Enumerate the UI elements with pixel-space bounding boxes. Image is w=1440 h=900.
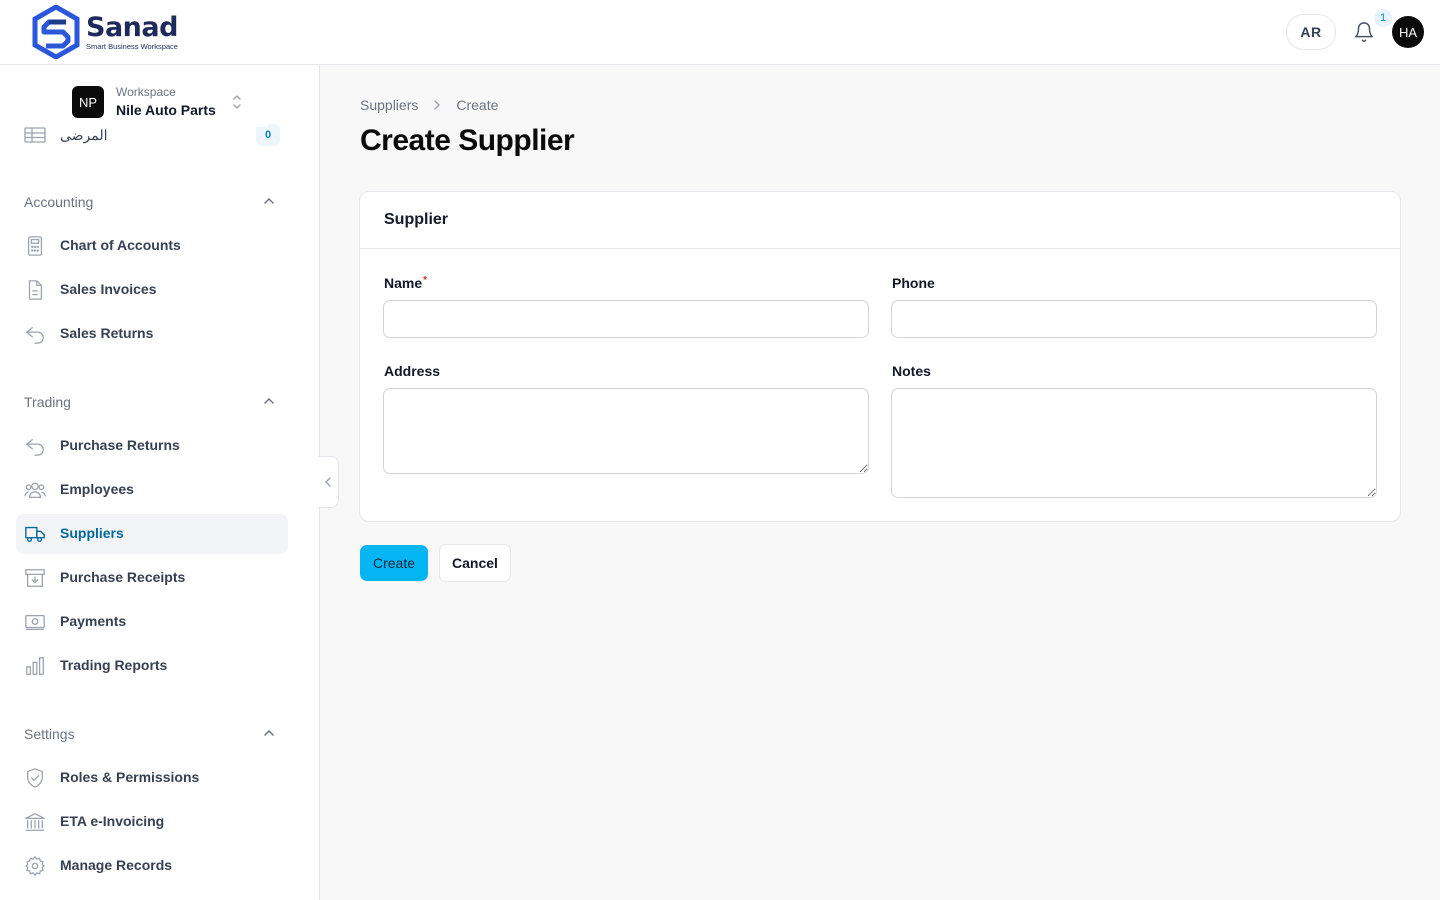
sidebar-item-employees[interactable]: Employees xyxy=(16,470,288,510)
archive-icon xyxy=(25,569,45,587)
breadcrumb-item-suppliers[interactable]: Suppliers xyxy=(360,97,418,113)
card-title: Supplier xyxy=(384,211,449,228)
sidebar-item-label: Suppliers xyxy=(60,525,124,541)
page-title: Create Supplier xyxy=(360,124,575,157)
gear-icon xyxy=(25,856,45,876)
notes-textarea[interactable] xyxy=(891,388,1377,498)
users-icon xyxy=(24,482,46,498)
sidebar-item-label: Employees xyxy=(60,481,134,497)
section-header-accounting[interactable]: Accounting xyxy=(24,190,280,214)
sidebar-collapse-button[interactable] xyxy=(318,456,339,508)
bar-chart-icon xyxy=(26,657,44,675)
chevron-left-icon xyxy=(325,477,331,487)
sidebar-item-roles-permissions[interactable]: Roles & Permissions xyxy=(16,758,288,798)
sidebar-item-label: Sales Returns xyxy=(60,325,154,341)
shield-check-icon xyxy=(27,768,43,788)
bank-icon xyxy=(25,813,45,831)
sidebar-item-purchase-returns[interactable]: Purchase Returns xyxy=(16,426,288,466)
section-header-settings[interactable]: Settings xyxy=(24,722,280,746)
section-title: Settings xyxy=(24,726,75,742)
user-avatar[interactable]: HA xyxy=(1392,16,1424,48)
name-label: Name* xyxy=(384,275,427,291)
address-textarea[interactable] xyxy=(383,388,869,474)
truck-icon xyxy=(25,526,45,543)
return-arrow-icon xyxy=(26,326,44,344)
cancel-button[interactable]: Cancel xyxy=(439,544,511,582)
sidebar-item-suppliers[interactable]: Suppliers xyxy=(16,514,288,554)
sidebar-item-payments[interactable]: Payments xyxy=(16,602,288,642)
workspace-kicker: Workspace xyxy=(116,84,176,99)
brand-tagline: Smart Business Workspace xyxy=(86,42,178,51)
sidebar-item-chart-of-accounts[interactable]: Chart of Accounts xyxy=(16,226,288,266)
sidebar-item-purchase-receipts[interactable]: Purchase Receipts xyxy=(16,558,288,598)
breadcrumb-item-current: Create xyxy=(456,97,499,113)
calculator-icon xyxy=(27,236,43,256)
sidebar-item-label: Payments xyxy=(60,613,127,629)
notifications-button[interactable] xyxy=(1350,18,1378,46)
brand-logo[interactable]: Sanad Smart Business Workspace xyxy=(32,5,178,59)
chevron-right-icon xyxy=(434,100,441,110)
chevron-up-icon xyxy=(264,197,274,204)
workspace-name: Nile Auto Parts xyxy=(116,101,216,118)
table-icon xyxy=(24,127,46,143)
name-label-text: Name xyxy=(384,275,423,291)
workspace-switcher[interactable]: NP Workspace Nile Auto Parts xyxy=(56,77,268,127)
sidebar-item-label: Roles & Permissions xyxy=(60,769,200,785)
return-arrow-icon xyxy=(26,438,44,456)
notification-count-badge: 1 xyxy=(1374,9,1392,27)
sidebar-item-trading-reports[interactable]: Trading Reports xyxy=(16,646,288,686)
sidebar-item-label: Purchase Receipts xyxy=(60,569,186,585)
address-label: Address xyxy=(384,363,441,379)
phone-label: Phone xyxy=(892,275,935,291)
name-input[interactable] xyxy=(383,300,869,338)
supplier-form-card: Supplier Name* Phone Address Notes xyxy=(359,191,1401,522)
bell-icon xyxy=(1355,22,1373,42)
sidebar-item-sales-returns[interactable]: Sales Returns xyxy=(16,314,288,354)
banknote-icon xyxy=(25,614,45,630)
card-header: Supplier xyxy=(360,192,1400,249)
required-asterisk: * xyxy=(423,275,428,286)
sidebar-item-label: المرضى xyxy=(60,126,108,143)
sidebar: المرضى 0 NP Workspace Nile Auto Parts Ac… xyxy=(0,65,320,900)
brand-name: Sanad xyxy=(86,12,178,43)
sidebar-item-label: ETA e-Invoicing xyxy=(60,813,165,829)
section-title: Accounting xyxy=(24,194,94,210)
document-icon xyxy=(28,280,43,300)
breadcrumb: Suppliers Create xyxy=(360,97,498,113)
chevron-up-icon xyxy=(264,729,274,736)
section-header-trading[interactable]: Trading xyxy=(24,390,280,414)
count-badge: 0 xyxy=(256,124,280,146)
top-header: Sanad Smart Business Workspace AR 1 HA xyxy=(0,0,1440,65)
section-title: Trading xyxy=(24,394,71,410)
sidebar-item-manage-records[interactable]: Manage Records xyxy=(16,846,288,886)
sidebar-item-eta-e-invoicing[interactable]: ETA e-Invoicing xyxy=(16,802,288,842)
sidebar-item-sales-invoices[interactable]: Sales Invoices xyxy=(16,270,288,310)
workspace-avatar: NP xyxy=(72,86,104,118)
create-button[interactable]: Create xyxy=(360,545,428,581)
chevron-up-icon xyxy=(264,397,274,404)
notes-label: Notes xyxy=(892,363,931,379)
sanad-logo-icon xyxy=(32,5,80,59)
phone-input[interactable] xyxy=(891,300,1377,338)
sidebar-item-label: Manage Records xyxy=(60,857,173,873)
chevron-up-down-icon xyxy=(233,95,241,109)
sidebar-item-label: Chart of Accounts xyxy=(60,237,181,253)
language-toggle-button[interactable]: AR xyxy=(1286,14,1336,50)
sidebar-item-label: Trading Reports xyxy=(60,657,168,673)
sidebar-item-label: Sales Invoices xyxy=(60,281,157,297)
sidebar-item-label: Purchase Returns xyxy=(60,437,180,453)
